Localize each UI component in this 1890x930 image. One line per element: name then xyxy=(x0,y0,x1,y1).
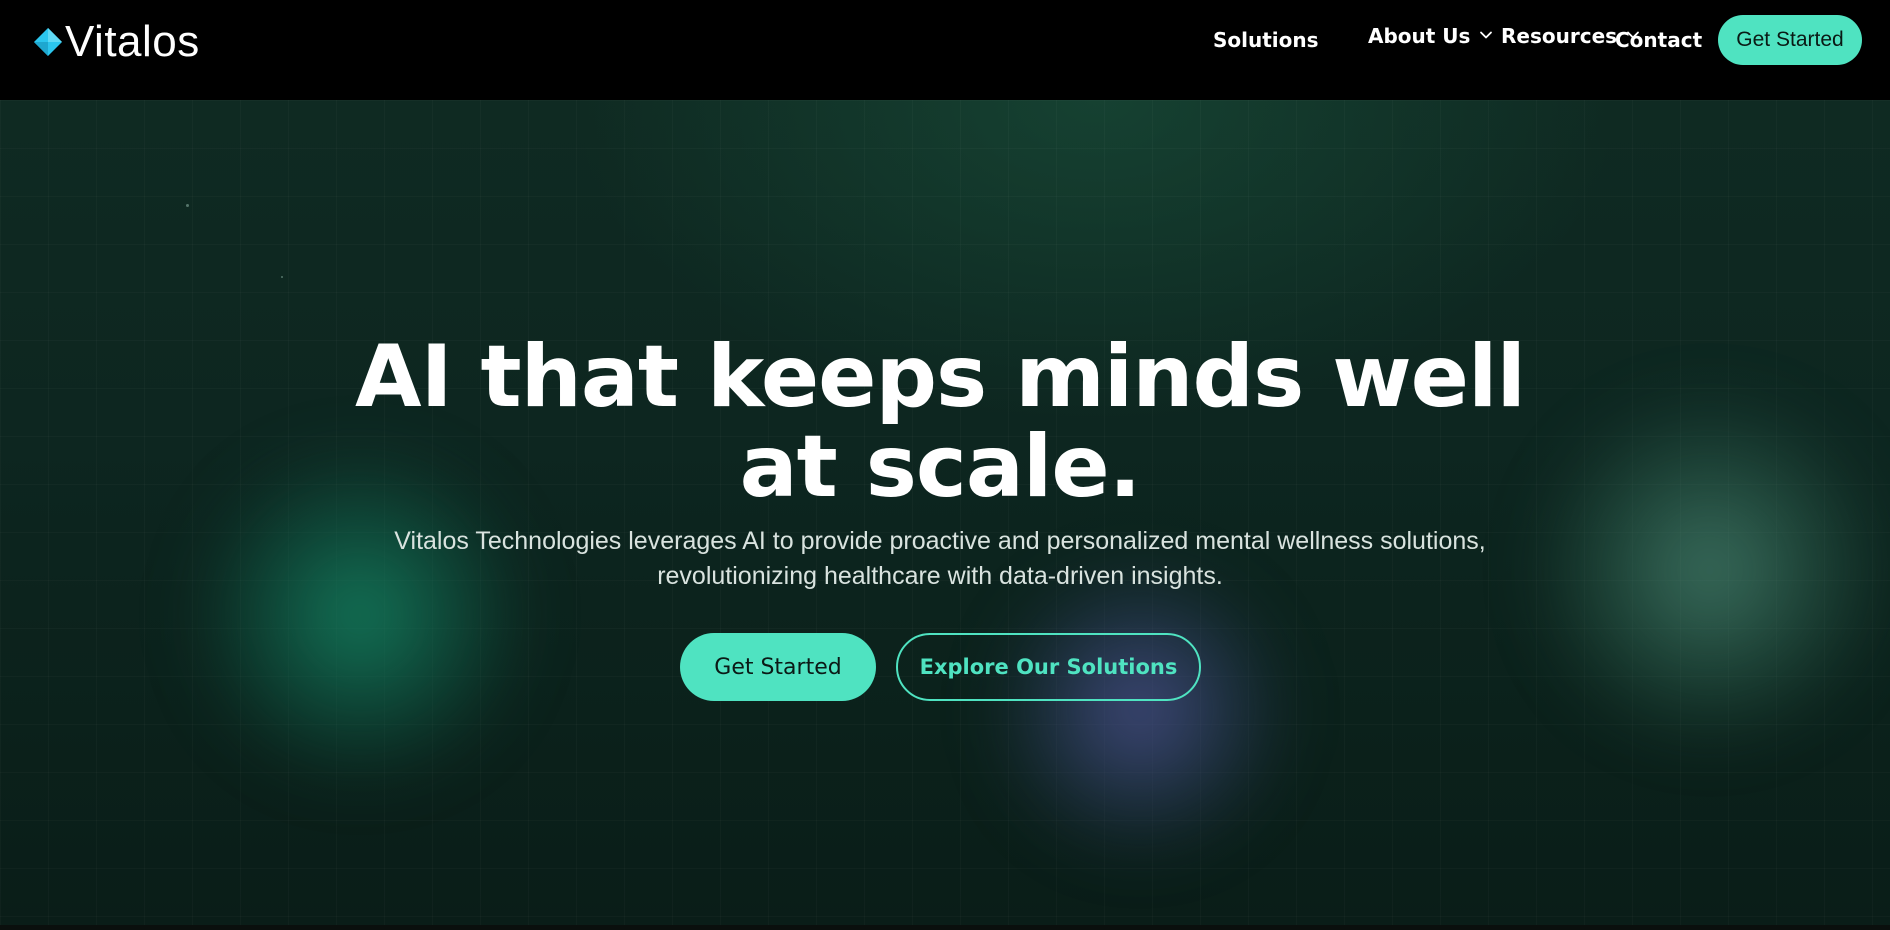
nav-get-started-button[interactable]: Get Started xyxy=(1718,15,1862,65)
hero-subtext: Vitalos Technologies leverages AI to pro… xyxy=(0,524,1880,594)
brand-name: Vitalos xyxy=(65,17,200,66)
hero-headline: AI that keeps minds well at scale. xyxy=(0,332,1880,512)
hero-subtext-line2: revolutionizing healthcare with data-dri… xyxy=(657,562,1223,590)
nav-item-label: About Us xyxy=(1368,24,1471,48)
nav-item-about-us[interactable]: About Us xyxy=(1368,24,1493,48)
nav-item-contact[interactable]: Contact xyxy=(1615,28,1702,52)
hero-headline-line1: AI that keeps minds well xyxy=(355,327,1526,427)
hero-get-started-button[interactable]: Get Started xyxy=(680,633,876,701)
diamond-icon xyxy=(33,27,63,57)
explore-solutions-button[interactable]: Explore Our Solutions xyxy=(896,633,1201,701)
background-glow-center xyxy=(990,560,1290,860)
page-bottom-edge xyxy=(0,925,1890,930)
nav-item-label: Contact xyxy=(1615,28,1703,52)
hero-headline-line2: at scale. xyxy=(739,417,1142,517)
nav-item-label: Resources xyxy=(1501,24,1618,48)
nav-item-solutions[interactable]: Solutions xyxy=(1213,28,1319,52)
chevron-down-icon xyxy=(1479,28,1493,42)
background-particle xyxy=(281,276,283,278)
nav-item-label: Solutions xyxy=(1213,28,1319,52)
top-navigation-bar: Vitalos Solutions About Us Resources Con… xyxy=(0,0,1890,100)
hero-subtext-line1: Vitalos Technologies leverages AI to pro… xyxy=(394,527,1486,555)
background-particle xyxy=(186,204,189,207)
hero-section: AI that keeps minds well at scale. Vital… xyxy=(0,100,1890,925)
brand-logo[interactable]: Vitalos xyxy=(33,18,200,66)
